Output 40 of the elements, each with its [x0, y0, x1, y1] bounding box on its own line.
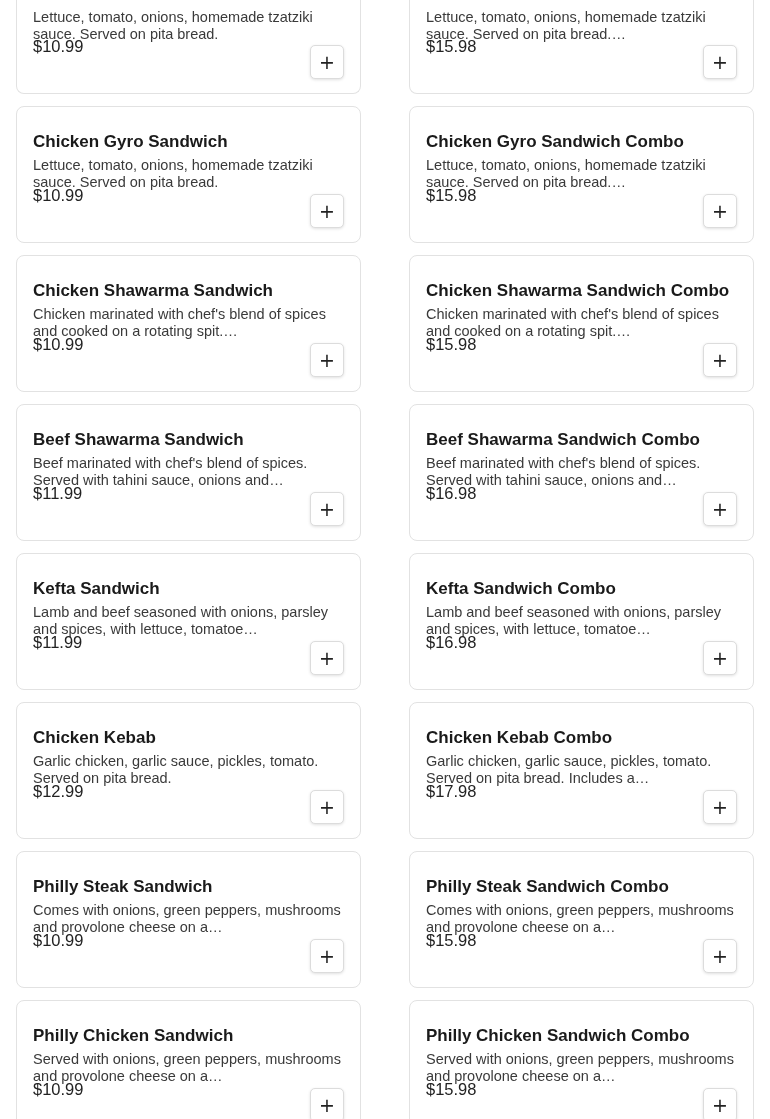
add-button[interactable]: +: [703, 641, 737, 675]
item-title: Chicken Shawarma Sandwich Combo: [426, 280, 731, 302]
add-button[interactable]: +: [310, 939, 344, 973]
add-button[interactable]: +: [310, 194, 344, 228]
add-button[interactable]: +: [703, 492, 737, 526]
menu-item-card[interactable]: Chicken Kebab Combo Garlic chicken, garlic sauce, pickles, tomato. Served on pita bread. Includes a… $17.98 +: [409, 702, 754, 839]
add-button[interactable]: +: [310, 790, 344, 824]
add-button[interactable]: +: [310, 492, 344, 526]
menu-item-card[interactable]: Lettuce, tomato, onions, homemade tzatziki sauce. Served on pita bread.… $15.98 +: [409, 0, 754, 94]
item-title: Philly Chicken Sandwich Combo: [426, 1025, 691, 1047]
item-title: Philly Steak Sandwich: [33, 876, 214, 898]
add-button[interactable]: +: [703, 939, 737, 973]
add-button[interactable]: +: [310, 641, 344, 675]
add-button[interactable]: +: [310, 343, 344, 377]
menu-item-card[interactable]: Chicken Gyro Sandwich Combo Lettuce, tomato, onions, homemade tzatziki sauce. Served on pita bread.… $15.98 +: [409, 106, 754, 243]
add-button[interactable]: +: [703, 194, 737, 228]
menu-item-card[interactable]: Beef Shawarma Sandwich Beef marinated with chef's blend of spices. Served with tahini sauce, onions and… $11.99 +: [16, 404, 361, 541]
item-title: Beef Shawarma Sandwich Combo: [426, 429, 701, 451]
menu-item-card[interactable]: Chicken Gyro Sandwich Lettuce, tomato, onions, homemade tzatziki sauce. Served on pita bread. $10.99 +: [16, 106, 361, 243]
item-title: Philly Steak Sandwich Combo: [426, 876, 670, 898]
item-title: Chicken Kebab Combo: [426, 727, 614, 749]
menu-item-card[interactable]: Beef Shawarma Sandwich Combo Beef marinated with chef's blend of spices. Served with tahini sauce, onions and… $16.98 +: [409, 404, 754, 541]
menu-item-card[interactable]: Chicken Kebab Garlic chicken, garlic sauce, pickles, tomato. Served on pita bread. $12.99 +: [16, 702, 361, 839]
menu-item-card[interactable]: Chicken Shawarma Sandwich Chicken marinated with chef's blend of spices and cooked on a rotating spit.… $10.99 +: [16, 255, 361, 392]
add-button[interactable]: +: [310, 1088, 344, 1119]
item-title: Chicken Kebab: [33, 727, 157, 749]
add-button[interactable]: +: [703, 343, 737, 377]
item-title: Kefta Sandwich Combo: [426, 578, 617, 600]
item-title: Kefta Sandwich: [33, 578, 161, 600]
menu-item-card[interactable]: Lettuce, tomato, onions, homemade tzatziki sauce. Served on pita bread. $10.99 +: [16, 0, 361, 94]
menu-item-card[interactable]: Chicken Shawarma Sandwich Combo Chicken marinated with chef's blend of spices and cooked on a rotating spit.… $15.98 +: [409, 255, 754, 392]
item-title: Philly Chicken Sandwich: [33, 1025, 235, 1047]
add-button[interactable]: +: [703, 45, 737, 79]
add-button[interactable]: +: [703, 790, 737, 824]
item-title: Beef Shawarma Sandwich: [33, 429, 245, 451]
add-button[interactable]: +: [703, 1088, 737, 1119]
item-title: Chicken Shawarma Sandwich: [33, 280, 274, 302]
item-title: Chicken Gyro Sandwich Combo: [426, 131, 685, 153]
add-button[interactable]: +: [310, 45, 344, 79]
item-title: Chicken Gyro Sandwich: [33, 131, 229, 153]
